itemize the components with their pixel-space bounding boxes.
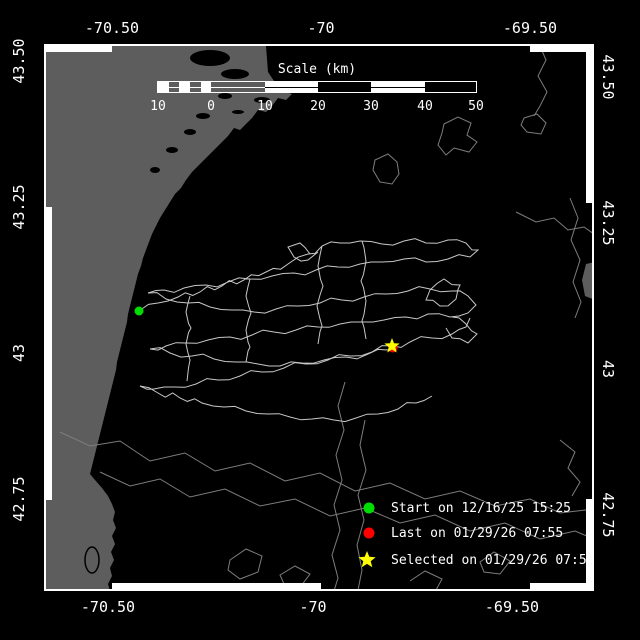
lon-label-top: -70 [307, 19, 334, 37]
lon-label-top: -69.50 [503, 19, 557, 37]
frame-bottom [44, 589, 594, 591]
drifter-tracks [139, 239, 478, 422]
scalebar-midline-black [265, 87, 318, 88]
legend-last-label: Last on 01/29/26 07:55 [391, 526, 563, 541]
scalebar-tick-label: 10 [257, 99, 273, 114]
track-markers [135, 307, 400, 353]
lon-label-bottom: -70 [299, 598, 326, 616]
scalebar-tick-label: 50 [468, 99, 484, 114]
lat-label-right: 43.50 [599, 54, 617, 99]
lon-label-bottom: -70.50 [81, 598, 135, 616]
drifter-track [186, 296, 191, 381]
legend-selected-marker-icon [355, 548, 379, 572]
legend-selected-label: Selected on 01/29/26 07:55 [391, 553, 595, 568]
scalebar-tick-label: 30 [363, 99, 379, 114]
legend-last-marker-icon [357, 521, 381, 545]
frame-top [44, 44, 594, 46]
lat-label-left: 42.75 [10, 476, 28, 521]
lon-label-bottom: -69.50 [485, 598, 539, 616]
lat-label-right: 43 [599, 360, 617, 378]
drifter-track [150, 318, 470, 366]
lat-label-right: 43.25 [599, 200, 617, 245]
scalebar-midline [158, 87, 265, 88]
drifter-track [288, 243, 318, 261]
contour-line [560, 440, 580, 496]
drifter-track [446, 317, 477, 343]
contour-line [521, 114, 546, 134]
map-plot-area [0, 0, 640, 640]
contour-line [516, 212, 594, 234]
frame-right [592, 44, 594, 591]
drifter-track [148, 287, 476, 351]
legend-start-label: Start on 12/16/25 15:25 [391, 501, 571, 516]
drifter-track [140, 346, 392, 390]
contour-line [570, 198, 581, 318]
drifter-track [246, 279, 251, 362]
frame-bar [586, 46, 592, 203]
frame-bar [46, 46, 112, 52]
drifter-track [317, 246, 323, 344]
drifter-track [140, 386, 432, 422]
drifter-track-map: -70.50 -70 -69.50 -70.50 -70 -69.50 43.5… [0, 0, 640, 640]
scalebar-title: Scale (km) [278, 62, 356, 77]
drifter-track [361, 241, 366, 339]
lon-label-top: -70.50 [85, 19, 139, 37]
frame-bar [530, 46, 594, 52]
scalebar-tick-label: 40 [417, 99, 433, 114]
lat-label-right: 42.75 [599, 492, 617, 537]
lat-label-left: 43.25 [10, 184, 28, 229]
frame-bar [46, 207, 52, 500]
legend-start-marker-icon [357, 496, 381, 520]
lat-label-left: 43.50 [10, 38, 28, 83]
frame-bar [586, 499, 592, 589]
land-polygon [46, 46, 390, 591]
scalebar-tick-label: 0 [207, 99, 215, 114]
scalebar-tick-label: 10 [150, 99, 166, 114]
start-position-marker [135, 307, 144, 316]
contour-line [332, 382, 345, 591]
scalebar-midline-black [371, 87, 425, 88]
scalebar-tick-label: 20 [310, 99, 326, 114]
contour-line [438, 117, 477, 155]
contour-line [228, 549, 262, 579]
drifter-track [426, 279, 460, 306]
contour-line [410, 571, 442, 590]
contour-line [373, 154, 399, 184]
contour-line [534, 46, 547, 116]
lat-label-left: 43 [10, 344, 28, 362]
frame-bar [530, 583, 594, 589]
scalebar [157, 81, 477, 93]
frame-bar [112, 583, 321, 589]
